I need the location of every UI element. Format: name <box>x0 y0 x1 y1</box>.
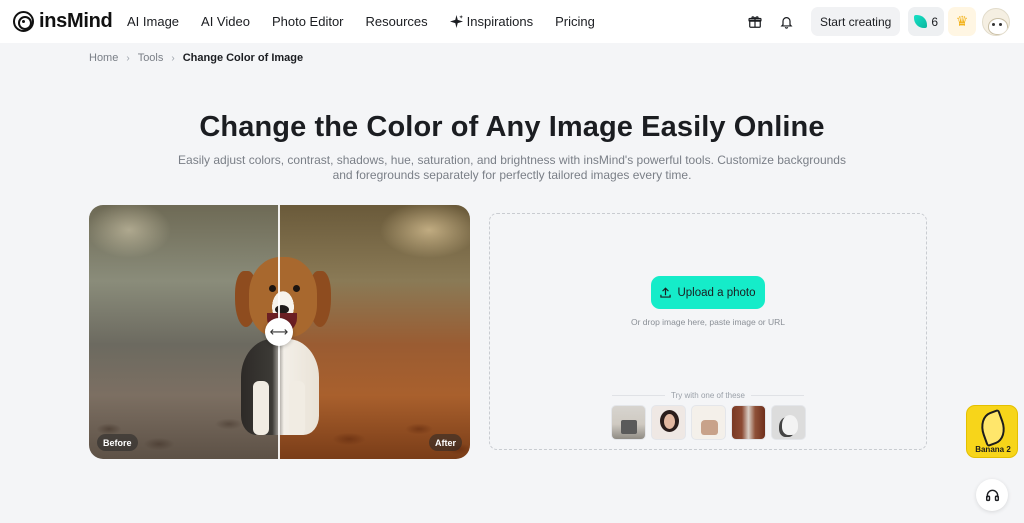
before-after-comparison[interactable]: ⟷ Before After <box>89 205 470 459</box>
credits-badge[interactable]: 6 <box>908 7 944 36</box>
header-tools: Start creating 6 ♛ <box>743 6 1010 37</box>
after-label: After <box>428 434 462 451</box>
brand-name: insMind <box>39 10 113 32</box>
main-nav: AI Image AI Video Photo Editor Resources… <box>127 0 617 43</box>
try-samples-heading: Try with one of these <box>612 391 804 400</box>
upload-icon <box>660 287 672 298</box>
page-title: Change the Color of Any Image Easily Onl… <box>199 111 825 143</box>
avatar[interactable] <box>982 7 1010 36</box>
divider-line <box>750 395 804 396</box>
leaf-credits-icon <box>914 15 928 28</box>
upload-drop-zone[interactable]: Upload a photo Or drop image here, paste… <box>489 213 927 450</box>
beagle-puppy-image <box>227 251 339 441</box>
nav-resources[interactable]: Resources <box>366 14 428 29</box>
sample-woman[interactable] <box>651 405 686 440</box>
sample-curtains[interactable] <box>731 405 766 440</box>
breadcrumb: Home › Tools › Change Color of Image <box>89 52 303 64</box>
support-button[interactable] <box>976 479 1008 511</box>
chevron-right-icon: › <box>171 52 175 64</box>
nav-inspirations[interactable]: Inspirations <box>449 14 534 29</box>
nav-pricing[interactable]: Pricing <box>555 14 595 29</box>
banana-2-promo-button[interactable]: Banana 2 <box>966 405 1018 458</box>
nav-inspirations-label: Inspirations <box>466 14 534 29</box>
breadcrumb-home[interactable]: Home <box>89 52 118 64</box>
sample-images <box>611 405 806 440</box>
sample-cat[interactable] <box>771 405 806 440</box>
upload-photo-button[interactable]: Upload a photo <box>651 276 765 309</box>
left-right-arrow-icon[interactable]: ⟷ <box>265 318 293 346</box>
start-creating-button[interactable]: Start creating <box>810 7 901 36</box>
divider-line <box>612 395 666 396</box>
upload-hint: Or drop image here, paste image or URL <box>630 317 786 327</box>
logo-mark-icon <box>13 11 34 32</box>
gift-icon[interactable] <box>743 10 767 34</box>
upload-photo-label: Upload a photo <box>677 286 756 299</box>
chevron-right-icon: › <box>126 52 130 64</box>
crown-icon[interactable]: ♛ <box>948 7 976 36</box>
bell-icon[interactable] <box>775 10 799 34</box>
credits-count: 6 <box>931 14 938 29</box>
banana-label: Banana 2 <box>975 445 1011 454</box>
insmind-logo[interactable]: insMind <box>13 10 113 33</box>
sample-products[interactable] <box>611 405 646 440</box>
sparkle-icon <box>449 15 463 28</box>
top-navigation-bar: insMind AI Image AI Video Photo Editor R… <box>0 0 1024 43</box>
headset-icon <box>985 489 999 501</box>
breadcrumb-current: Change Color of Image <box>182 52 304 64</box>
nav-ai-image[interactable]: AI Image <box>127 14 179 29</box>
sample-handbag[interactable] <box>691 405 726 440</box>
nav-ai-video[interactable]: AI Video <box>201 14 250 29</box>
banana-icon <box>976 408 1010 448</box>
before-label: Before <box>97 434 138 451</box>
page-subtitle: Easily adjust colors, contrast, shadows,… <box>178 153 846 182</box>
try-samples-label: Try with one of these <box>671 391 745 400</box>
breadcrumb-tools[interactable]: Tools <box>138 52 164 64</box>
nav-photo-editor[interactable]: Photo Editor <box>272 14 344 29</box>
